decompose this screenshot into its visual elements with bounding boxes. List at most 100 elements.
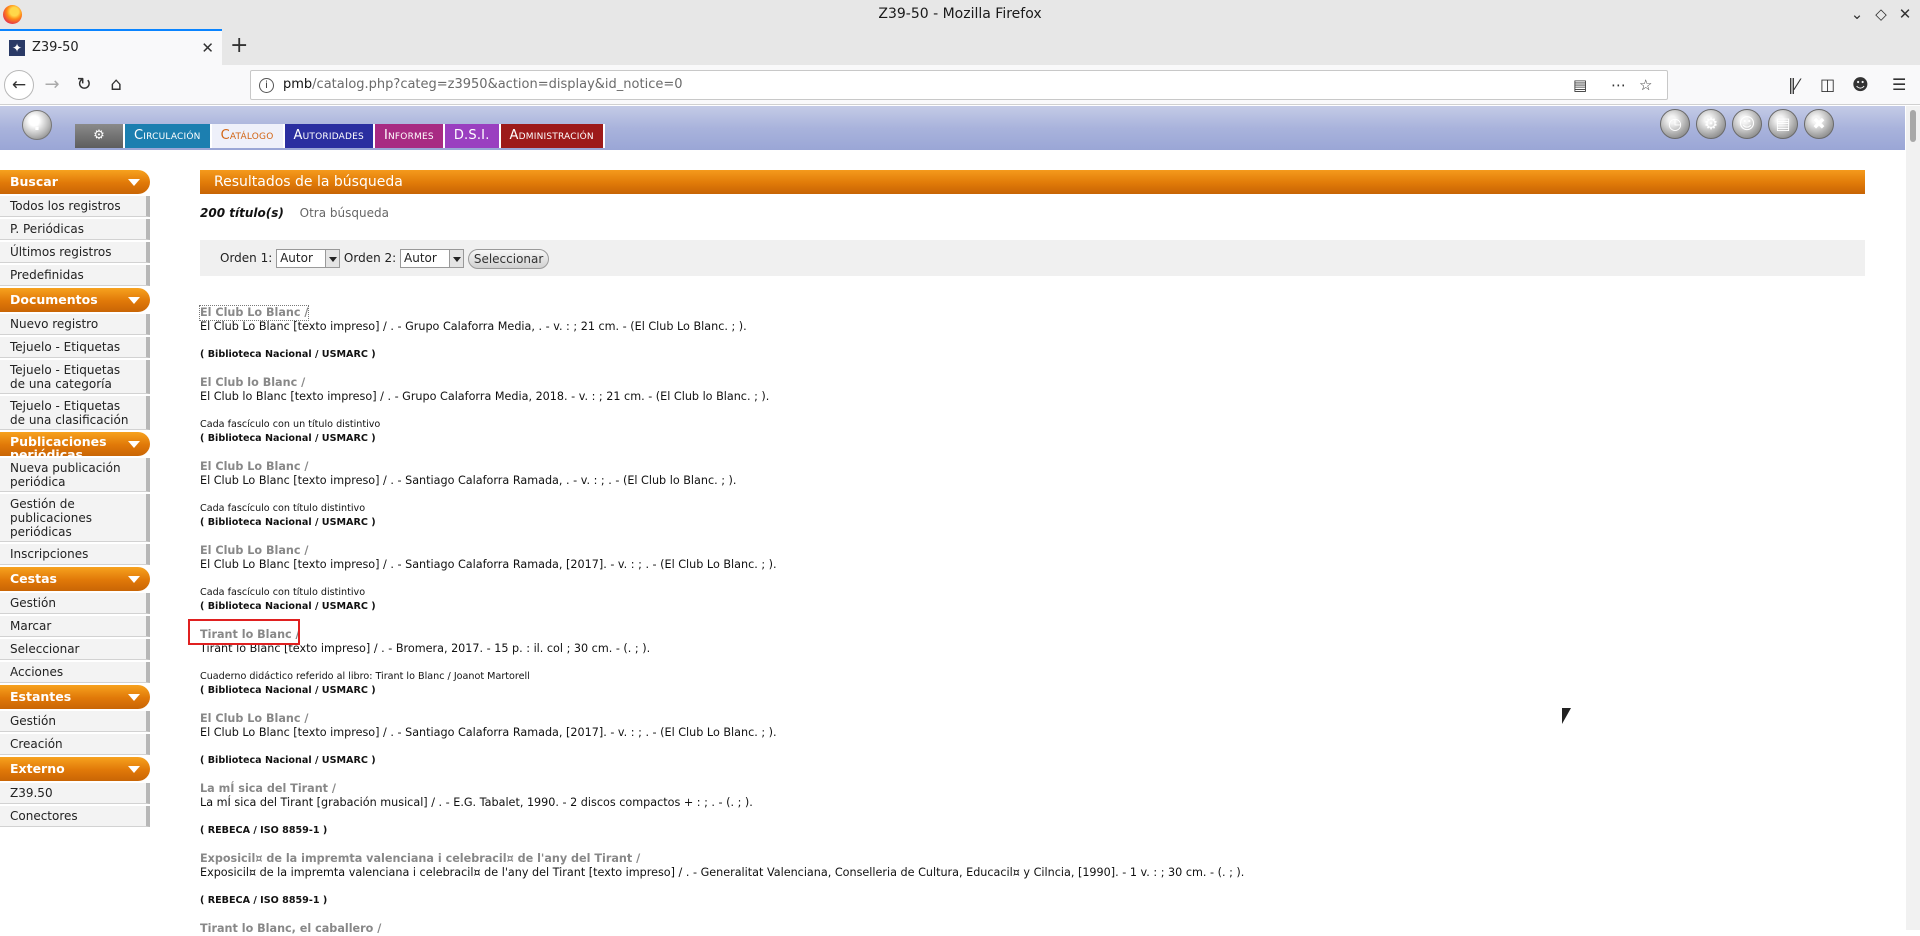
history-clock-icon[interactable]: ◷ <box>1660 109 1690 139</box>
record-source: ( Biblioteca Nacional / USMARC ) <box>200 601 376 612</box>
page-scrollbar[interactable] <box>1906 106 1920 930</box>
sidebar-item-predefinidas[interactable]: Predefinidas <box>0 265 150 286</box>
sidebar-item-tejuelo-categoria[interactable]: Tejuelo - Etiquetas de una categoría <box>0 360 150 394</box>
section-title: Publicaciones periódicas <box>10 434 107 456</box>
record-source: ( Biblioteca Nacional / USMARC ) <box>200 755 376 766</box>
sidebar-section-documentos[interactable]: Documentos <box>0 288 150 312</box>
record-title[interactable]: La mÍ sica del Tirant / <box>200 782 336 796</box>
sidebar-item-inscripciones[interactable]: Inscripciones <box>0 544 150 565</box>
hamburger-menu-icon[interactable]: ☰ <box>1892 65 1906 105</box>
sidebar-section-externo[interactable]: Externo <box>0 757 150 781</box>
record-title[interactable]: El Club Lo Blanc / <box>198 305 310 321</box>
results-count: 200 título(s) <box>200 206 284 220</box>
sidebar-item-todos[interactable]: Todos los registros <box>0 196 150 217</box>
menu-catalogo[interactable]: Catálogo <box>211 124 285 148</box>
users-icon[interactable]: ☺ <box>1732 109 1762 139</box>
sidebar-section-cestas[interactable]: Cestas <box>0 567 150 591</box>
record-title[interactable]: El Club Lo Blanc / <box>200 712 308 726</box>
url-path: /catalog.php?categ=z3950&action=display&… <box>312 77 683 92</box>
info-icon[interactable]: i <box>259 78 274 93</box>
other-search-link[interactable]: Otra búsqueda <box>300 206 389 220</box>
order1-select[interactable]: Autor <box>276 249 341 268</box>
sidebar-item-nueva-publicacion[interactable]: Nueva publicación periódica <box>0 458 150 492</box>
record-description: La mÍ sica del Tirant [grabación musical… <box>200 796 753 809</box>
results-title: Resultados de la búsqueda <box>200 170 1865 194</box>
firefox-logo-icon <box>3 5 22 24</box>
chevron-down-icon <box>128 297 140 304</box>
dashboard-icon[interactable]: ⚙ <box>75 124 125 148</box>
mouse-cursor-icon <box>1562 708 1571 724</box>
menu-circulacion[interactable]: Circulación <box>125 124 212 148</box>
sidebar-item-marcar[interactable]: Marcar <box>0 616 150 637</box>
record-note: Cada fascículo con un título distintivo <box>200 419 381 430</box>
sidebar-item-creacion[interactable]: Creación <box>0 734 150 755</box>
menu-administracion[interactable]: Administración <box>500 124 605 148</box>
url-host: pmb <box>283 77 313 92</box>
bookmark-star-icon[interactable]: ☆ <box>1639 71 1652 99</box>
settings-gear-icon[interactable]: ⚙ <box>1696 109 1726 139</box>
sidebar-section-publicaciones[interactable]: Publicaciones periódicas <box>0 432 150 456</box>
section-title: Cestas <box>10 571 57 586</box>
record-description: Tirant lo Blanc [texto impreso] / . - Br… <box>200 642 651 655</box>
menu-autoridades[interactable]: Autoridades <box>284 124 375 148</box>
record-source: ( REBECA / ISO 8859-1 ) <box>200 895 328 906</box>
new-tab-icon[interactable]: + <box>230 29 248 63</box>
scroll-thumb[interactable] <box>1910 110 1916 142</box>
chevron-down-icon <box>128 766 140 773</box>
order2-select[interactable]: Autor <box>400 249 465 268</box>
window-titlebar: Z39-50 - Mozilla Firefox ⌄ ◇ ✕ <box>0 0 1920 29</box>
sidebar-item-conectores[interactable]: Conectores <box>0 806 150 827</box>
browser-tab[interactable]: ✦ Z39-50 ✕ <box>0 29 222 65</box>
record-title[interactable]: El Club Lo Blanc / <box>200 544 308 558</box>
record-title[interactable]: El Club Lo Blanc / <box>200 460 308 474</box>
record-item: El Club Lo Blanc / El Club Lo Blanc [tex… <box>200 460 1500 530</box>
main-content: Resultados de la búsqueda 200 título(s) … <box>198 170 1865 935</box>
tab-close-icon[interactable]: ✕ <box>201 31 214 65</box>
url-bar[interactable]: i pmb/catalog.php?categ=z3950&action=dis… <box>250 70 1668 100</box>
sidebar-section-estantes[interactable]: Estantes <box>0 685 150 709</box>
select-button[interactable]: Seleccionar <box>467 248 550 269</box>
page-actions-icon[interactable]: ⋯ <box>1611 71 1626 99</box>
record-title[interactable]: Exposicil¤ de la impremta valenciana i c… <box>200 852 640 866</box>
forward-icon[interactable]: → <box>40 65 64 105</box>
home-icon[interactable]: ⌂ <box>104 65 128 105</box>
sidebar-toggle-icon[interactable]: ◫ <box>1820 65 1835 105</box>
minimize-icon[interactable]: ⌄ <box>1845 0 1869 29</box>
menu-dsi[interactable]: D.S.I. <box>444 124 501 148</box>
sidebar-item-nuevo-registro[interactable]: Nuevo registro <box>0 314 150 335</box>
sidebar-item-tejuelo[interactable]: Tejuelo - Etiquetas <box>0 337 150 358</box>
record-item: El Club Lo Blanc / El Club Lo Blanc [tex… <box>200 544 1500 614</box>
sidebar-item-z3950[interactable]: Z39.50 <box>0 783 150 804</box>
save-disk-icon[interactable]: ▤ <box>1768 109 1798 139</box>
record-title[interactable]: El Club lo Blanc / <box>200 376 305 390</box>
reload-icon[interactable]: ↻ <box>72 65 96 105</box>
sidebar-item-periodicas[interactable]: P. Periódicas <box>0 219 150 240</box>
chevron-down-icon <box>128 576 140 583</box>
header-tools: ◷ ⚙ ☺ ▤ ✖ <box>1660 109 1834 139</box>
sidebar-item-cestas-gestion[interactable]: Gestión <box>0 593 150 614</box>
reader-view-icon[interactable]: ▤ <box>1573 71 1587 99</box>
section-title: Documentos <box>10 292 98 307</box>
sidebar-item-gestion-publicaciones[interactable]: Gestión de publicaciones periódicas <box>0 494 150 542</box>
sidebar-item-seleccionar[interactable]: Seleccionar <box>0 639 150 660</box>
menu-informes[interactable]: Informes <box>374 124 445 148</box>
close-window-icon[interactable]: ✕ <box>1893 0 1917 29</box>
record-description: El Club lo Blanc [texto impreso] / . - G… <box>200 390 770 403</box>
library-icon[interactable]: ‖⁄ <box>1788 65 1799 105</box>
record-source: ( Biblioteca Nacional / USMARC ) <box>200 433 376 444</box>
back-icon[interactable]: ← <box>4 70 34 100</box>
sidebar-item-acciones[interactable]: Acciones <box>0 662 150 683</box>
sidebar-item-tejuelo-clasificacion[interactable]: Tejuelo - Etiquetas de una clasificación <box>0 396 150 430</box>
restore-icon[interactable]: ◇ <box>1869 0 1893 29</box>
logout-close-icon[interactable]: ✖ <box>1804 109 1834 139</box>
results-count-line: 200 título(s) Otra búsqueda <box>200 206 1865 220</box>
record-title[interactable]: Tirant lo Blanc, el caballero / <box>200 922 381 936</box>
sidebar-item-ultimos[interactable]: Últimos registros <box>0 242 150 263</box>
alert-icon[interactable]: ! <box>22 110 52 140</box>
record-description: Exposicil¤ de la impremta valenciana i c… <box>200 866 1245 879</box>
sidebar-section-buscar[interactable]: Buscar <box>0 170 150 194</box>
record-source: ( REBECA / ISO 8859-1 ) <box>200 825 328 836</box>
sidebar-item-estantes-gestion[interactable]: Gestión <box>0 711 150 732</box>
record-note <box>200 334 1500 348</box>
account-icon[interactable]: ☻ <box>1852 65 1869 105</box>
